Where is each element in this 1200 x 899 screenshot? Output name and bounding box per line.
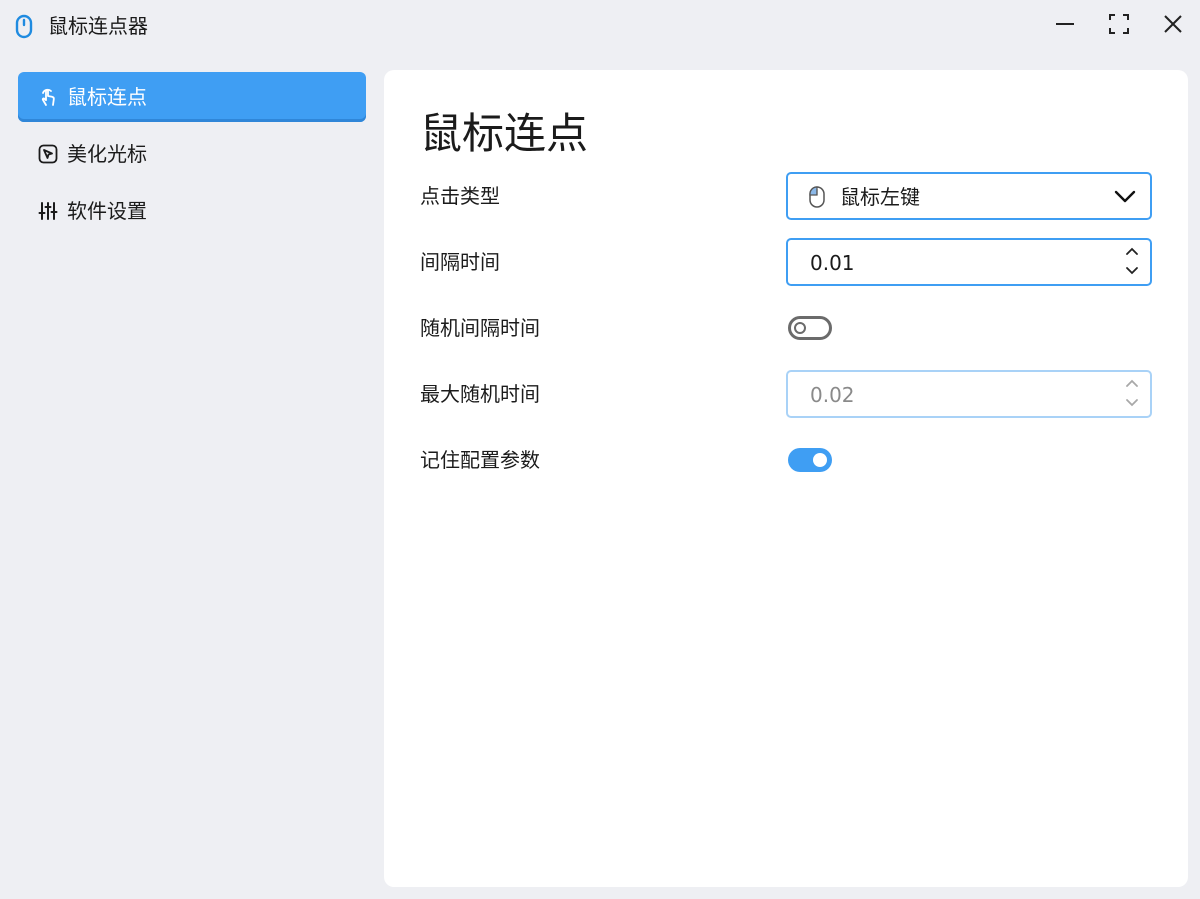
remember-config-label: 记住配置参数 [420, 448, 540, 472]
mouse-app-icon [14, 14, 34, 40]
touch-pointer-icon [38, 87, 58, 107]
sidebar-item-label: 鼠标连点 [67, 85, 147, 109]
click-type-value: 鼠标左键 [840, 185, 920, 209]
max-random-spinbox[interactable]: 0.02 [786, 370, 1152, 418]
interval-value: 0.01 [810, 251, 855, 275]
interval-label: 间隔时间 [420, 250, 500, 274]
chevron-down-icon[interactable] [1122, 393, 1142, 413]
sidebar-item-label: 软件设置 [67, 199, 147, 223]
settings-card: 鼠标连点 点击类型 鼠标左键 间隔时间 0.01 随机间隔时间 最大随机时间 0… [384, 70, 1188, 887]
sidebar-item-settings[interactable]: 软件设置 [18, 186, 366, 236]
chevron-down-icon[interactable] [1122, 261, 1142, 281]
sidebar-item-cursor-style[interactable]: 美化光标 [18, 129, 366, 179]
app-window: 鼠标连点器 鼠标连点 美化光标 软件设置 鼠标连点 点击类型 鼠标左键 间隔时间… [0, 0, 1200, 899]
toggle-knob [794, 322, 806, 334]
close-button[interactable] [1153, 10, 1193, 42]
sidebar-item-mouse-click[interactable]: 鼠标连点 [18, 72, 366, 122]
close-icon [1163, 14, 1183, 38]
max-random-label: 最大随机时间 [420, 382, 540, 406]
title-bar: 鼠标连点器 [0, 0, 1200, 52]
random-interval-toggle[interactable] [788, 316, 832, 340]
sidebar-item-label: 美化光标 [67, 142, 147, 166]
sidebar: 鼠标连点 美化光标 软件设置 [18, 72, 366, 243]
chevron-up-icon[interactable] [1122, 373, 1142, 393]
chevron-up-icon[interactable] [1122, 241, 1142, 261]
chevron-down-icon [1114, 187, 1136, 209]
remember-config-toggle[interactable] [788, 448, 832, 472]
cursor-square-icon [38, 144, 58, 164]
toggle-knob [813, 453, 827, 467]
maximize-button[interactable] [1099, 10, 1139, 42]
maximize-icon [1109, 14, 1129, 38]
app-title: 鼠标连点器 [48, 14, 148, 38]
minimize-icon [1055, 14, 1075, 38]
mouse-left-button-icon [808, 185, 826, 213]
minimize-button[interactable] [1045, 10, 1085, 42]
interval-spinbox[interactable]: 0.01 [786, 238, 1152, 286]
random-interval-label: 随机间隔时间 [420, 316, 540, 340]
click-type-label: 点击类型 [420, 184, 500, 208]
sliders-icon [38, 201, 58, 221]
click-type-dropdown[interactable]: 鼠标左键 [786, 172, 1152, 220]
page-title: 鼠标连点 [420, 109, 589, 158]
max-random-value: 0.02 [810, 383, 855, 407]
